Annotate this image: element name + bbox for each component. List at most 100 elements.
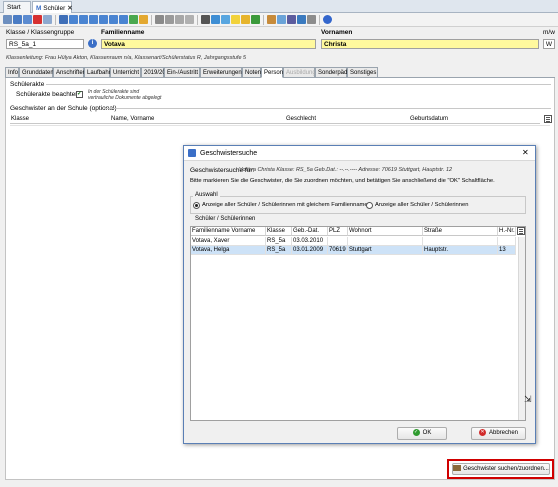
col-wohnort[interactable]: Wohnort bbox=[348, 227, 423, 236]
col-gebdat[interactable]: Geb.-Dat. bbox=[292, 227, 328, 236]
key-icon[interactable] bbox=[241, 15, 250, 24]
col-familienname[interactable]: Familienname Vorname bbox=[191, 227, 266, 236]
cell-klasse: RS_5a bbox=[266, 246, 292, 255]
info-icon[interactable]: i bbox=[88, 39, 97, 48]
cell-name: Votava, Helga bbox=[191, 246, 266, 255]
tab-grunddaten-label: Grunddaten bbox=[22, 70, 54, 76]
mail-icon[interactable] bbox=[211, 15, 220, 24]
col-klasse: Klasse bbox=[11, 116, 30, 122]
radio-same-surname[interactable] bbox=[193, 202, 200, 209]
tab-anschriften-label: Anschriften bbox=[56, 70, 87, 76]
refresh-icon[interactable] bbox=[129, 15, 138, 24]
familienname-label: Familienname bbox=[101, 29, 145, 36]
print-preview-icon[interactable] bbox=[139, 15, 148, 24]
list-title: Schüler / Schülerinnen bbox=[193, 216, 258, 222]
check-icon: ✓ bbox=[412, 428, 420, 436]
schuelerakte-label: Schülerakte beachten bbox=[16, 91, 79, 98]
col-geburtsdatum: Geburtsdatum bbox=[410, 116, 449, 122]
calendar-icon[interactable] bbox=[307, 15, 316, 24]
list-icon[interactable] bbox=[3, 15, 12, 24]
schuelerakte-note-line2: vertrauliche Dokumente abgelegt bbox=[88, 95, 162, 101]
tab-unterricht[interactable]: Unterricht bbox=[110, 67, 141, 78]
fast-forward-icon[interactable] bbox=[109, 15, 118, 24]
scissors-icon[interactable] bbox=[165, 15, 174, 24]
tab-info-label: Info bbox=[8, 70, 19, 76]
help-icon[interactable] bbox=[323, 15, 332, 24]
tab-ausbildung: Ausbildung bbox=[283, 67, 316, 78]
ok-button[interactable]: ✓ OK bbox=[397, 427, 447, 440]
tab-ein-austritt[interactable]: Ein-/Austritt bbox=[164, 67, 200, 78]
app-window: Start M Schüler ✕ Klasse / Klassengruppe… bbox=[0, 0, 558, 487]
copy-icon[interactable] bbox=[23, 15, 32, 24]
column-chooser-icon[interactable] bbox=[517, 227, 525, 235]
group-icon[interactable] bbox=[277, 15, 286, 24]
search-icon[interactable] bbox=[221, 15, 230, 24]
cancel-button[interactable]: ✕ Abbrechen bbox=[471, 427, 526, 440]
tab-person[interactable]: Person bbox=[261, 67, 283, 78]
table-row-selected[interactable]: Votava, Helga RS_5a 03.01.2009 70619 Stu… bbox=[191, 246, 516, 255]
gender-field[interactable]: W bbox=[543, 39, 555, 49]
module-tab-bar: Info Grunddaten Anschriften Laufbahn Unt… bbox=[5, 67, 555, 78]
radio-all-students-label: Anzeige aller Schüler / Schülerinnen bbox=[375, 202, 469, 208]
col-name: Name, Vorname bbox=[111, 116, 155, 122]
tab-schuljahr[interactable]: 2019/20 bbox=[141, 67, 166, 78]
tab-person-label: Person bbox=[264, 70, 284, 76]
tab-sonderpaed-label: Sonderpäd. bbox=[318, 70, 350, 76]
close-icon[interactable]: ✕ bbox=[522, 148, 529, 157]
tab-erweiterungen[interactable]: Erweiterungen bbox=[200, 67, 242, 78]
tab-sonstiges[interactable]: Sonstiges bbox=[347, 67, 378, 78]
vornamen-label: Vornamen bbox=[321, 29, 353, 36]
klasse-label: Klasse / Klassengruppe bbox=[6, 29, 75, 36]
cell-plz: 70619 bbox=[328, 246, 348, 255]
tab-sonderpaed[interactable]: Sonderpäd. bbox=[315, 67, 350, 78]
klasse-field[interactable]: RS_5a_1 bbox=[6, 39, 84, 49]
tab-noten[interactable]: Noten bbox=[242, 67, 261, 78]
new-record-icon[interactable] bbox=[13, 15, 22, 24]
vornamen-field[interactable]: Christa bbox=[321, 39, 539, 49]
col-klasse[interactable]: Klasse bbox=[266, 227, 292, 236]
find-siblings-label: Geschwister suchen/zuordnen... bbox=[463, 466, 549, 472]
close-tab-icon[interactable]: ✕ bbox=[67, 5, 72, 12]
tab-info[interactable]: Info bbox=[5, 67, 19, 78]
clipboard-icon[interactable] bbox=[185, 15, 194, 24]
save-icon[interactable] bbox=[59, 15, 68, 24]
report-icon[interactable] bbox=[287, 15, 296, 24]
tab-grunddaten[interactable]: Grunddaten bbox=[19, 67, 54, 78]
app-icon bbox=[188, 149, 196, 157]
familienname-field[interactable]: Votava bbox=[101, 39, 316, 49]
fast-back-icon[interactable] bbox=[79, 15, 88, 24]
table-row[interactable]: Votava, Xaver RS_5a 03.03.2010 bbox=[191, 237, 516, 246]
cell-hnr bbox=[498, 237, 516, 246]
previous-icon[interactable] bbox=[89, 15, 98, 24]
vertical-scrollbar[interactable] bbox=[518, 237, 525, 420]
settings-icon[interactable] bbox=[251, 15, 260, 24]
column-chooser-icon[interactable] bbox=[544, 115, 552, 123]
last-record-icon[interactable] bbox=[119, 15, 128, 24]
tab-start[interactable]: Start bbox=[3, 1, 31, 13]
delete-icon[interactable] bbox=[33, 15, 42, 24]
cut-icon[interactable] bbox=[155, 15, 164, 24]
toolbar bbox=[0, 13, 558, 27]
first-record-icon[interactable] bbox=[69, 15, 78, 24]
col-strasse[interactable]: Straße bbox=[423, 227, 498, 236]
find-siblings-button[interactable]: Geschwister suchen/zuordnen... bbox=[452, 463, 550, 475]
next-icon[interactable] bbox=[99, 15, 108, 24]
print-icon[interactable] bbox=[201, 15, 210, 24]
tab-schueler[interactable]: M Schüler ✕ bbox=[32, 1, 73, 13]
schuelerakte-checkbox[interactable]: ✓ bbox=[76, 91, 83, 98]
radio-all-students[interactable] bbox=[366, 202, 373, 209]
tab-anschriften[interactable]: Anschriften bbox=[53, 67, 87, 78]
cell-klasse: RS_5a bbox=[266, 237, 292, 246]
sibling-search-dialog: Geschwistersuche ✕ Geschwistersuche für:… bbox=[183, 145, 536, 444]
col-hnr[interactable]: H.-Nr. bbox=[498, 227, 516, 236]
paste-icon[interactable] bbox=[175, 15, 184, 24]
siblings-icon bbox=[453, 465, 462, 472]
lightbulb-icon[interactable] bbox=[231, 15, 240, 24]
cell-hnr: 13 bbox=[498, 246, 516, 255]
users-icon[interactable] bbox=[267, 15, 276, 24]
col-plz[interactable]: PLZ bbox=[328, 227, 348, 236]
tab-laufbahn[interactable]: Laufbahn bbox=[84, 67, 112, 78]
cell-plz bbox=[328, 237, 348, 246]
filter-icon[interactable] bbox=[43, 15, 52, 24]
chart-icon[interactable] bbox=[297, 15, 306, 24]
